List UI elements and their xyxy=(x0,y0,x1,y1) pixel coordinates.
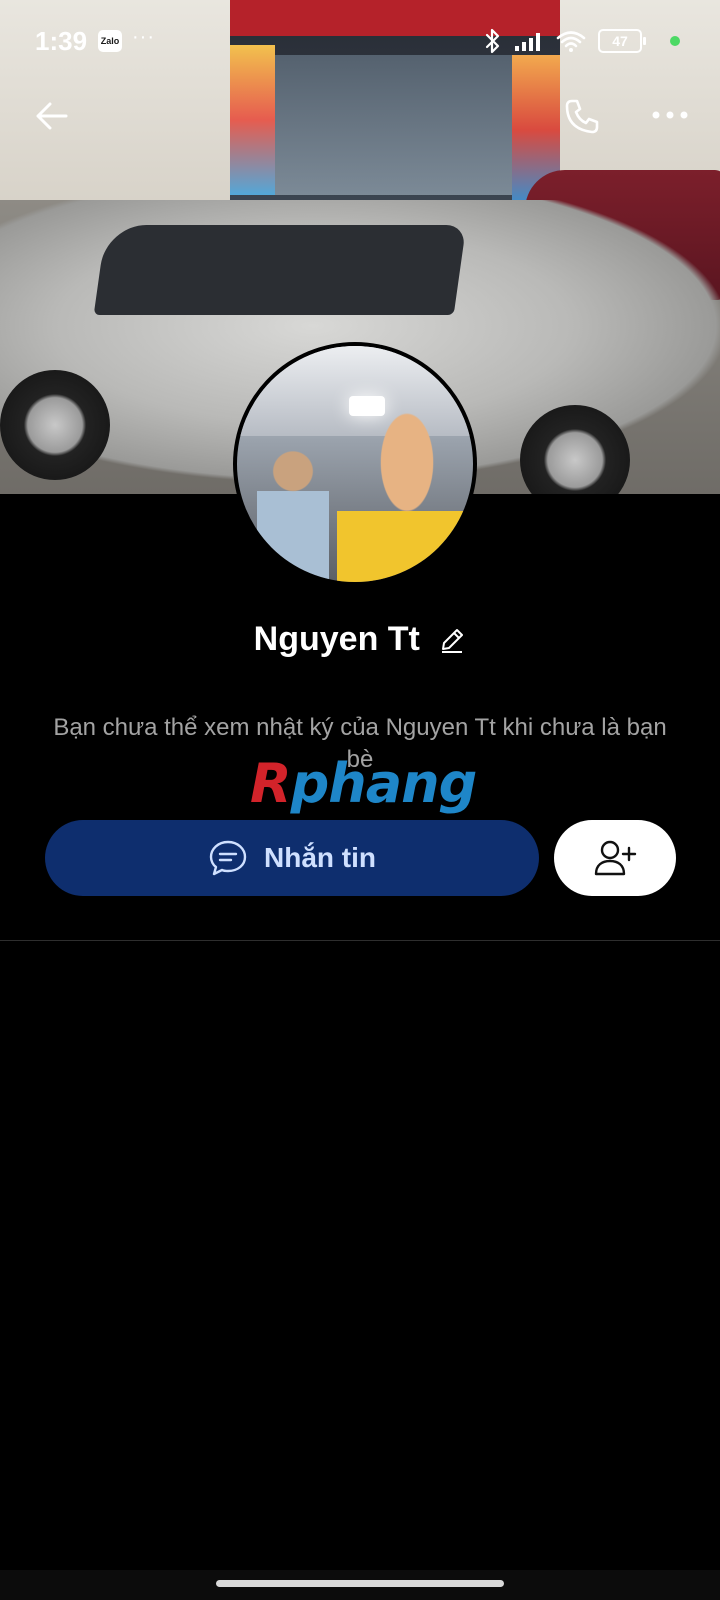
profile-name-row: Nguyen Tt xyxy=(0,620,720,670)
arrow-left-icon xyxy=(36,102,68,130)
chat-bubble-icon xyxy=(209,840,247,876)
status-more-dots: ··· xyxy=(132,26,155,48)
cover-car-window xyxy=(93,225,467,315)
avatar-person-left xyxy=(257,446,329,582)
watermark-logo: Rphang xyxy=(250,752,477,822)
bluetooth-icon xyxy=(485,28,500,54)
avatar-person-right xyxy=(337,412,473,582)
status-time: 1:39 xyxy=(35,26,88,56)
signal-icon xyxy=(515,33,540,51)
message-button[interactable]: Nhắn tin xyxy=(45,820,539,896)
call-button[interactable] xyxy=(562,96,602,136)
status-bar: 1:39 Zalo ··· 47 xyxy=(0,22,720,62)
edit-name-button[interactable] xyxy=(438,626,466,654)
privacy-indicator-dot xyxy=(670,36,680,46)
section-divider xyxy=(0,940,720,941)
avatar-photo xyxy=(237,346,473,582)
watermark-rest: phang xyxy=(290,752,478,815)
zalo-notification-icon: Zalo xyxy=(98,30,122,52)
status-indicators: 47 xyxy=(484,26,680,56)
message-button-label: Nhắn tin xyxy=(264,842,376,873)
cover-door xyxy=(275,55,515,195)
wifi-icon xyxy=(556,31,586,52)
add-friend-button[interactable] xyxy=(554,820,676,896)
cover-poster-left xyxy=(230,45,275,195)
more-horizontal-icon xyxy=(652,111,688,119)
phone-icon xyxy=(565,99,599,134)
add-user-icon xyxy=(594,840,637,876)
back-button[interactable] xyxy=(32,96,72,136)
more-options-button[interactable] xyxy=(650,100,690,130)
pencil-icon xyxy=(442,628,464,653)
profile-avatar[interactable] xyxy=(233,342,477,586)
home-indicator[interactable] xyxy=(216,1580,504,1587)
watermark-first-letter: R xyxy=(250,752,292,815)
battery-icon: 47 xyxy=(598,29,646,53)
cover-wheel-front xyxy=(0,370,110,480)
profile-name: Nguyen Tt xyxy=(253,620,420,658)
